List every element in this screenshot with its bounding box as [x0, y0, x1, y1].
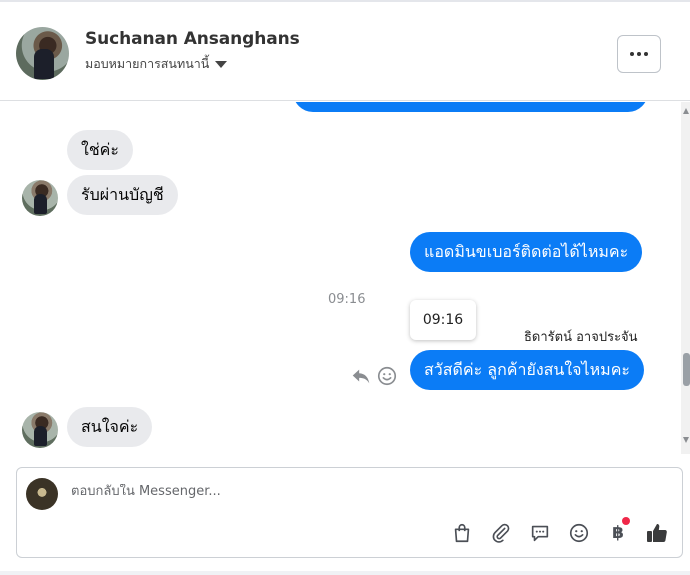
more-icon	[630, 52, 634, 56]
caret-down-icon	[215, 61, 228, 68]
message-bubble-outgoing-clipped[interactable]	[293, 102, 648, 112]
message-bubble-incoming[interactable]: ใช่ค่ะ	[67, 130, 133, 170]
more-options-button[interactable]	[617, 35, 661, 73]
shop-button[interactable]	[449, 520, 475, 546]
message-thread: ใช่ค่ะ รับผ่านบัญชี แอดมินขเบอร์ติดต่อได…	[0, 102, 690, 452]
thumbs-up-icon	[647, 524, 667, 542]
message-bubble-outgoing[interactable]: แอดมินขเบอร์ติดต่อได้ไหมคะ	[410, 232, 643, 272]
composer: ฿	[16, 467, 683, 558]
reply-icon[interactable]	[350, 365, 372, 387]
assign-label: มอบหมายการสนทนานี้	[85, 56, 210, 71]
emoji-icon	[569, 523, 589, 543]
paperclip-icon	[492, 523, 510, 543]
shopping-bag-icon	[454, 523, 470, 543]
contact-avatar-small	[22, 412, 58, 448]
scrollbar-track[interactable]	[681, 102, 690, 454]
bottom-divider	[0, 571, 690, 575]
message-bubble-incoming[interactable]: รับผ่านบัญชี	[67, 175, 178, 215]
assign-conversation-dropdown[interactable]: มอบหมายการสนทนานี้	[85, 54, 228, 74]
like-button[interactable]	[644, 520, 670, 546]
attach-button[interactable]	[488, 520, 514, 546]
reply-input[interactable]	[71, 484, 631, 499]
saved-replies-button[interactable]	[527, 520, 553, 546]
scrollbar-thumb[interactable]	[683, 353, 690, 386]
conversation-header: Suchanan Ansanghans มอบหมายการสนทนานี้	[0, 2, 690, 101]
time-tooltip: 09:16	[410, 300, 476, 340]
payment-button[interactable]: ฿	[605, 517, 631, 546]
scroll-down-arrow[interactable]	[683, 437, 689, 443]
message-bubble-outgoing[interactable]: สวัสดีค่ะ ลูกค้ายังสนใจไหมคะ	[410, 350, 644, 390]
page-avatar	[26, 478, 58, 510]
contact-avatar-small	[22, 180, 58, 216]
sender-name: ธิดารัตน์ อาจประจัน	[524, 330, 638, 345]
contact-avatar[interactable]	[16, 27, 69, 80]
contact-name[interactable]: Suchanan Ansanghans	[85, 29, 300, 49]
emoji-button[interactable]	[566, 520, 592, 546]
message-timestamp: 09:16	[328, 292, 366, 307]
message-bubble-incoming[interactable]: สนใจค่ะ	[67, 407, 153, 447]
composer-toolbar: ฿	[449, 517, 670, 546]
baht-icon: ฿	[612, 523, 624, 543]
saved-replies-icon	[531, 525, 549, 542]
smiley-icon[interactable]	[376, 365, 398, 387]
notification-dot	[622, 517, 630, 525]
scroll-up-arrow[interactable]	[683, 108, 689, 114]
